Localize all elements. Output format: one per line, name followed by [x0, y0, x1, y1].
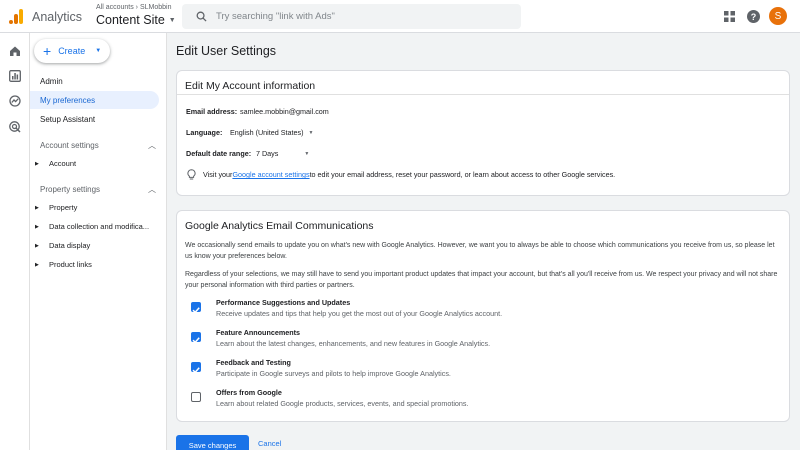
caret-down-icon: ▼ [168, 16, 176, 24]
date-range-label: Default date range: [186, 149, 252, 158]
language-value: English (United States) [230, 128, 304, 137]
chevron-up-icon: ︿ [148, 185, 156, 194]
help-icon[interactable]: ? [746, 9, 760, 23]
checkbox-performance-suggestions[interactable] [191, 302, 201, 314]
plus-icon: + [43, 43, 52, 59]
email-label: Email address: [186, 107, 238, 116]
apps-grid-icon[interactable] [722, 9, 736, 23]
explore-icon[interactable] [8, 94, 22, 108]
account-settings-title: Account settings [40, 141, 99, 150]
property-settings-title: Property settings [40, 185, 101, 194]
option-title: Feedback and Testing [216, 358, 291, 367]
property-selector[interactable]: Content Site ▼ [96, 13, 176, 27]
home-icon[interactable] [8, 44, 22, 58]
tip-prefix: Visit your [203, 170, 233, 179]
create-button[interactable]: + Create ▼ [34, 39, 110, 63]
reports-icon[interactable] [8, 69, 22, 83]
check-icon [192, 367, 200, 374]
top-bar: Analytics All accounts › SLMobbin Conten… [0, 0, 800, 33]
save-changes-button[interactable]: Save changes [176, 435, 249, 450]
check-icon [192, 337, 200, 344]
sidebar-item-setup-assistant[interactable]: Setup Assistant [30, 110, 95, 128]
avatar-letter: S [774, 10, 782, 22]
tree-item-label: Property [49, 203, 78, 212]
option-title: Feature Announcements [216, 328, 300, 337]
expand-triangle-icon: ▶ [35, 261, 39, 268]
tree-item-account[interactable]: ▶ Account [35, 159, 76, 168]
expand-triangle-icon: ▶ [35, 160, 39, 167]
analytics-logo-icon[interactable] [9, 9, 24, 24]
tree-item-label: Account [49, 159, 77, 168]
email-card-title: Google Analytics Email Communications [185, 220, 374, 232]
email-communications-card: Google Analytics Email Communications We… [176, 210, 790, 422]
option-title: Performance Suggestions and Updates [216, 298, 351, 307]
chevron-up-icon: ︿ [148, 141, 156, 150]
account-breadcrumb[interactable]: All accounts › SLMobbin [96, 4, 171, 11]
option-desc: Learn about related Google products, ser… [216, 399, 469, 408]
checkbox-feature-announcements[interactable] [191, 332, 201, 344]
tip-suffix: to edit your email address, reset your p… [309, 170, 616, 179]
date-range-value: 7 Days [256, 149, 279, 158]
tree-item-property[interactable]: ▶ Property [35, 203, 77, 212]
option-feedback-testing: Feedback and Testing Participate in Goog… [191, 358, 771, 382]
tree-item-product-links[interactable]: ▶ Product links [35, 260, 92, 269]
create-label: Create [58, 46, 86, 56]
property-name: Content Site [96, 13, 165, 27]
checkbox-offers-google[interactable] [191, 392, 201, 402]
tree-item-data-display[interactable]: ▶ Data display [35, 241, 90, 250]
date-range-select[interactable]: 7 Days ▼ [256, 149, 309, 158]
expand-triangle-icon: ▶ [35, 223, 39, 230]
sidebar-item-admin[interactable]: Admin [30, 72, 63, 90]
tree-item-label: Data display [49, 241, 91, 250]
option-desc: Receive updates and tips that help you g… [216, 309, 503, 318]
svg-text:?: ? [750, 11, 756, 21]
left-rail [0, 33, 30, 450]
search-bar[interactable] [182, 4, 521, 29]
option-feature-announcements: Feature Announcements Learn about the la… [191, 328, 771, 352]
option-performance-suggestions: Performance Suggestions and Updates Rece… [191, 298, 771, 322]
option-offers-google: Offers from Google Learn about related G… [191, 388, 771, 412]
checkbox-feedback-testing[interactable] [191, 362, 201, 374]
sidebar: + Create ▼ Admin My preferences Setup As… [30, 33, 167, 450]
email-intro-paragraph: We occasionally send emails to update yo… [185, 242, 775, 260]
expand-triangle-icon: ▶ [35, 204, 39, 211]
language-select[interactable]: English (United States) ▼ [230, 128, 313, 137]
google-account-settings-link[interactable]: Google account settings [232, 170, 309, 179]
save-label: Save changes [188, 440, 237, 450]
email-text: samlee.mobbin@gmail.com [240, 107, 329, 116]
caret-down-icon: ▼ [304, 150, 310, 157]
advertising-icon[interactable] [8, 120, 22, 134]
caret-down-icon: ▼ [308, 129, 314, 136]
option-desc: Participate in Google surveys and pilots… [216, 369, 451, 378]
search-input[interactable] [216, 11, 496, 22]
account-settings-header[interactable]: Account settings ︿ [40, 140, 156, 151]
account-settings-tip: Visit your Google account settings to ed… [187, 169, 615, 180]
email-value: samlee.mobbin@gmail.com [240, 107, 329, 116]
option-title: Offers from Google [216, 388, 282, 397]
language-label: Language: [186, 128, 223, 137]
tree-item-label: Data collection and modifica... [49, 222, 150, 231]
cancel-button[interactable]: Cancel [258, 439, 281, 448]
tree-item-data-collection[interactable]: ▶ Data collection and modifica... [35, 222, 149, 231]
account-info-card: Edit My Account information Email addres… [176, 70, 790, 196]
tree-item-label: Product links [49, 260, 92, 269]
email-privacy-paragraph: Regardless of your selections, we may st… [185, 271, 778, 289]
avatar[interactable]: S [769, 7, 787, 25]
page-title: Edit User Settings [176, 44, 277, 58]
expand-triangle-icon: ▶ [35, 242, 39, 249]
app-name: Analytics [32, 10, 83, 24]
caret-down-icon: ▼ [95, 48, 102, 54]
sidebar-item-my-preferences[interactable]: My preferences [30, 91, 159, 109]
property-settings-header[interactable]: Property settings ︿ [40, 184, 156, 195]
account-card-title: Edit My Account information [185, 80, 316, 92]
lightbulb-icon [187, 169, 196, 180]
divider [177, 94, 789, 95]
option-desc: Learn about the latest changes, enhancem… [216, 339, 491, 348]
check-icon [192, 307, 200, 314]
search-icon [196, 11, 207, 22]
